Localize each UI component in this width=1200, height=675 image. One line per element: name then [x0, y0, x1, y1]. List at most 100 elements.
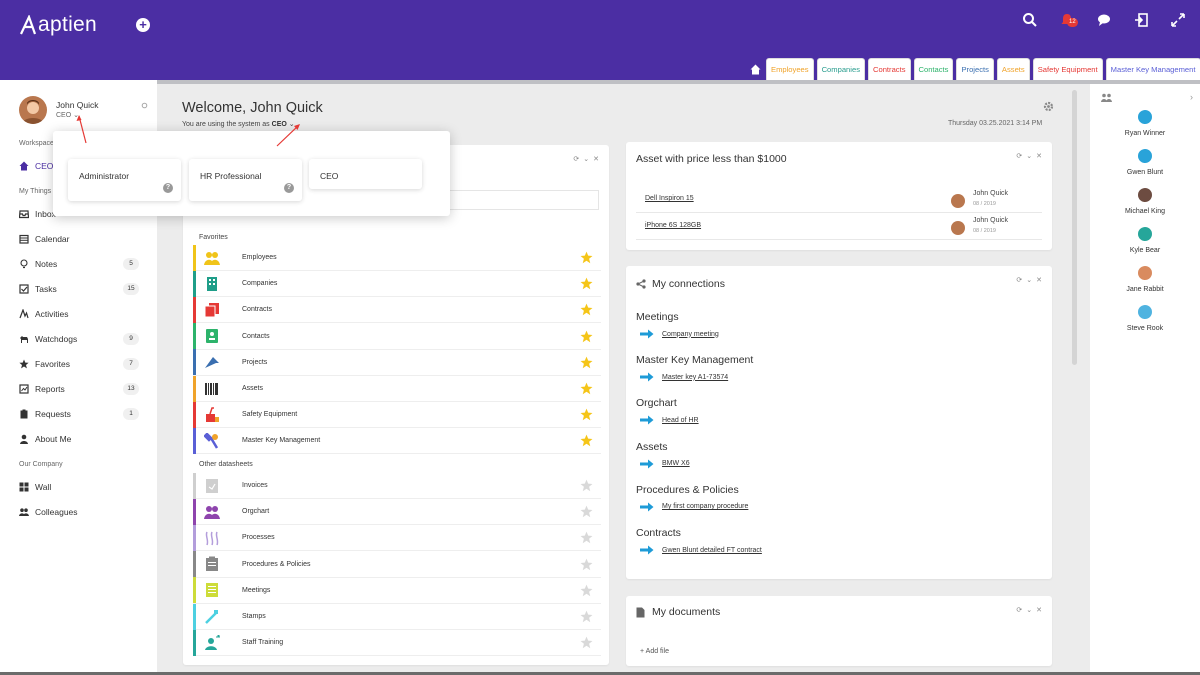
logout-icon[interactable]	[1133, 12, 1149, 28]
sidebar-item-notes[interactable]: Notes 5	[19, 255, 139, 273]
asset-name-link[interactable]: iPhone 6S 128GB	[645, 222, 701, 229]
list-item[interactable]: Contracts	[193, 296, 601, 324]
refresh-icon[interactable]: ⟳	[573, 155, 579, 163]
favorite-star-icon[interactable]	[580, 636, 593, 649]
help-icon[interactable]: ?	[163, 183, 173, 193]
help-icon[interactable]: ?	[284, 183, 294, 193]
table-row[interactable]: Dell Inspiron 15 John Quick 08 / 2019	[636, 186, 1042, 213]
user-avatar[interactable]	[19, 96, 47, 124]
sidebar-item-about-me[interactable]: About Me	[19, 430, 139, 448]
tab-employees[interactable]: Employees	[766, 58, 814, 80]
sidebar-item-tasks[interactable]: Tasks 15	[19, 280, 139, 298]
tab-contracts[interactable]: Contracts	[868, 58, 911, 80]
collapse-icon[interactable]: ⌄	[583, 155, 589, 163]
refresh-icon[interactable]: ⟳	[1016, 606, 1022, 614]
favorite-star-icon[interactable]	[580, 479, 593, 492]
favorite-star-icon[interactable]	[580, 584, 593, 597]
list-item[interactable]: Contacts	[193, 323, 601, 350]
collapse-icon[interactable]: ⌄	[1026, 152, 1032, 160]
close-icon[interactable]: ✕	[1036, 606, 1042, 614]
list-item[interactable]: Meetings	[193, 577, 601, 604]
refresh-icon[interactable]: ⟳	[1016, 276, 1022, 284]
employees-icon	[204, 250, 220, 266]
connection-link[interactable]: My first company procedure	[640, 502, 748, 512]
tab-companies[interactable]: Companies	[816, 58, 865, 80]
app-logo[interactable]: aptien	[20, 13, 97, 37]
close-icon[interactable]: ✕	[593, 155, 599, 163]
sidebar-item-watchdogs[interactable]: Watchdogs 9	[19, 330, 139, 348]
list-item[interactable]: Master Key Management	[193, 427, 601, 455]
online-user[interactable]: Kyle Bear	[1090, 227, 1200, 254]
favorite-star-icon[interactable]	[580, 531, 593, 544]
settings-gear-icon[interactable]	[1043, 101, 1054, 112]
tab-projects[interactable]: Projects	[956, 58, 994, 80]
connection-link[interactable]: Company meeting	[640, 329, 719, 339]
online-user[interactable]: Steve Rook	[1090, 305, 1200, 332]
list-item[interactable]: Procedures & Policies	[193, 551, 601, 578]
favorite-star-icon[interactable]	[580, 382, 593, 395]
online-user[interactable]: Jane Rabbit	[1090, 266, 1200, 293]
list-item[interactable]: Assets	[193, 375, 601, 402]
list-item[interactable]: Invoices	[193, 472, 601, 499]
chevron-right-icon[interactable]: ›	[1190, 92, 1193, 102]
sidebar-item-activities[interactable]: Activities	[19, 305, 139, 323]
add-new-button[interactable]: +	[136, 18, 150, 32]
table-row[interactable]: iPhone 6S 128GB John Quick 08 / 2019	[636, 213, 1042, 240]
close-icon[interactable]: ✕	[1036, 276, 1042, 284]
tab-master-key-management[interactable]: Master Key Management	[1105, 58, 1200, 80]
favorite-star-icon[interactable]	[580, 251, 593, 264]
favorite-star-icon[interactable]	[580, 610, 593, 623]
favorite-star-icon[interactable]	[580, 356, 593, 369]
favorite-star-icon[interactable]	[580, 558, 593, 571]
sidebar-item-requests[interactable]: Requests 1	[19, 405, 139, 423]
connection-link[interactable]: Master key A1-73574	[640, 372, 728, 382]
sidebar-item-calendar[interactable]: Calendar	[19, 230, 139, 248]
connections-card-title: My connections	[636, 278, 725, 290]
role-option-hr-professional[interactable]: HR Professional ?	[189, 159, 302, 201]
user-name: Gwen Blunt	[1126, 169, 1164, 176]
refresh-icon[interactable]: ⟳	[1016, 152, 1022, 160]
chat-icon[interactable]	[1096, 12, 1112, 28]
online-user[interactable]: Michael King	[1090, 188, 1200, 215]
collapse-icon[interactable]: ⌄	[1026, 276, 1032, 284]
list-item[interactable]: Companies	[193, 270, 601, 298]
asset-name-link[interactable]: Dell Inspiron 15	[645, 195, 694, 202]
fullscreen-icon[interactable]	[1170, 12, 1186, 28]
list-item[interactable]: Staff Training	[193, 629, 601, 657]
favorite-star-icon[interactable]	[580, 505, 593, 518]
sidebar-item-colleagues[interactable]: Colleagues	[19, 503, 139, 521]
online-user[interactable]: Gwen Blunt	[1090, 149, 1200, 176]
role-option-ceo[interactable]: CEO	[309, 159, 422, 189]
user-settings-icon[interactable]	[141, 102, 148, 109]
favorite-star-icon[interactable]	[580, 434, 593, 447]
sidebar-item-wall[interactable]: Wall	[19, 478, 139, 496]
list-item[interactable]: Employees	[193, 244, 601, 271]
list-item[interactable]: Projects	[193, 349, 601, 376]
favorite-star-icon[interactable]	[580, 330, 593, 343]
connection-link[interactable]: Gwen Blunt detailed FT contract	[640, 545, 762, 555]
list-item[interactable]: Processes	[193, 524, 601, 552]
count-badge: 13	[123, 383, 139, 395]
add-file-button[interactable]: + Add file	[640, 648, 669, 655]
close-icon[interactable]: ✕	[1036, 152, 1042, 160]
favorite-star-icon[interactable]	[580, 303, 593, 316]
sidebar-item-favorites[interactable]: Favorites 7	[19, 355, 139, 373]
notifications-button[interactable]: 12	[1059, 12, 1078, 28]
list-item[interactable]: Orgchart	[193, 498, 601, 526]
favorite-star-icon[interactable]	[580, 277, 593, 290]
tab-safety-equipment[interactable]: Safety Equipment	[1032, 58, 1103, 80]
collapse-icon[interactable]: ⌄	[1026, 606, 1032, 614]
online-user[interactable]: Ryan Winner	[1090, 110, 1200, 137]
home-tab-icon[interactable]	[750, 64, 761, 75]
search-icon[interactable]	[1022, 12, 1038, 28]
list-item[interactable]: Stamps	[193, 603, 601, 630]
list-item[interactable]: Safety Equipment	[193, 401, 601, 429]
tab-assets[interactable]: Assets	[996, 58, 1030, 80]
tab-contacts[interactable]: Contacts	[913, 58, 954, 80]
favorite-star-icon[interactable]	[580, 408, 593, 421]
connection-link[interactable]: BMW X6	[640, 459, 690, 469]
role-option-administrator[interactable]: Administrator ?	[68, 159, 181, 201]
sidebar-item-reports[interactable]: Reports 13	[19, 380, 139, 398]
main-scrollbar[interactable]	[1072, 90, 1077, 365]
connection-link[interactable]: Head of HR	[640, 415, 699, 425]
